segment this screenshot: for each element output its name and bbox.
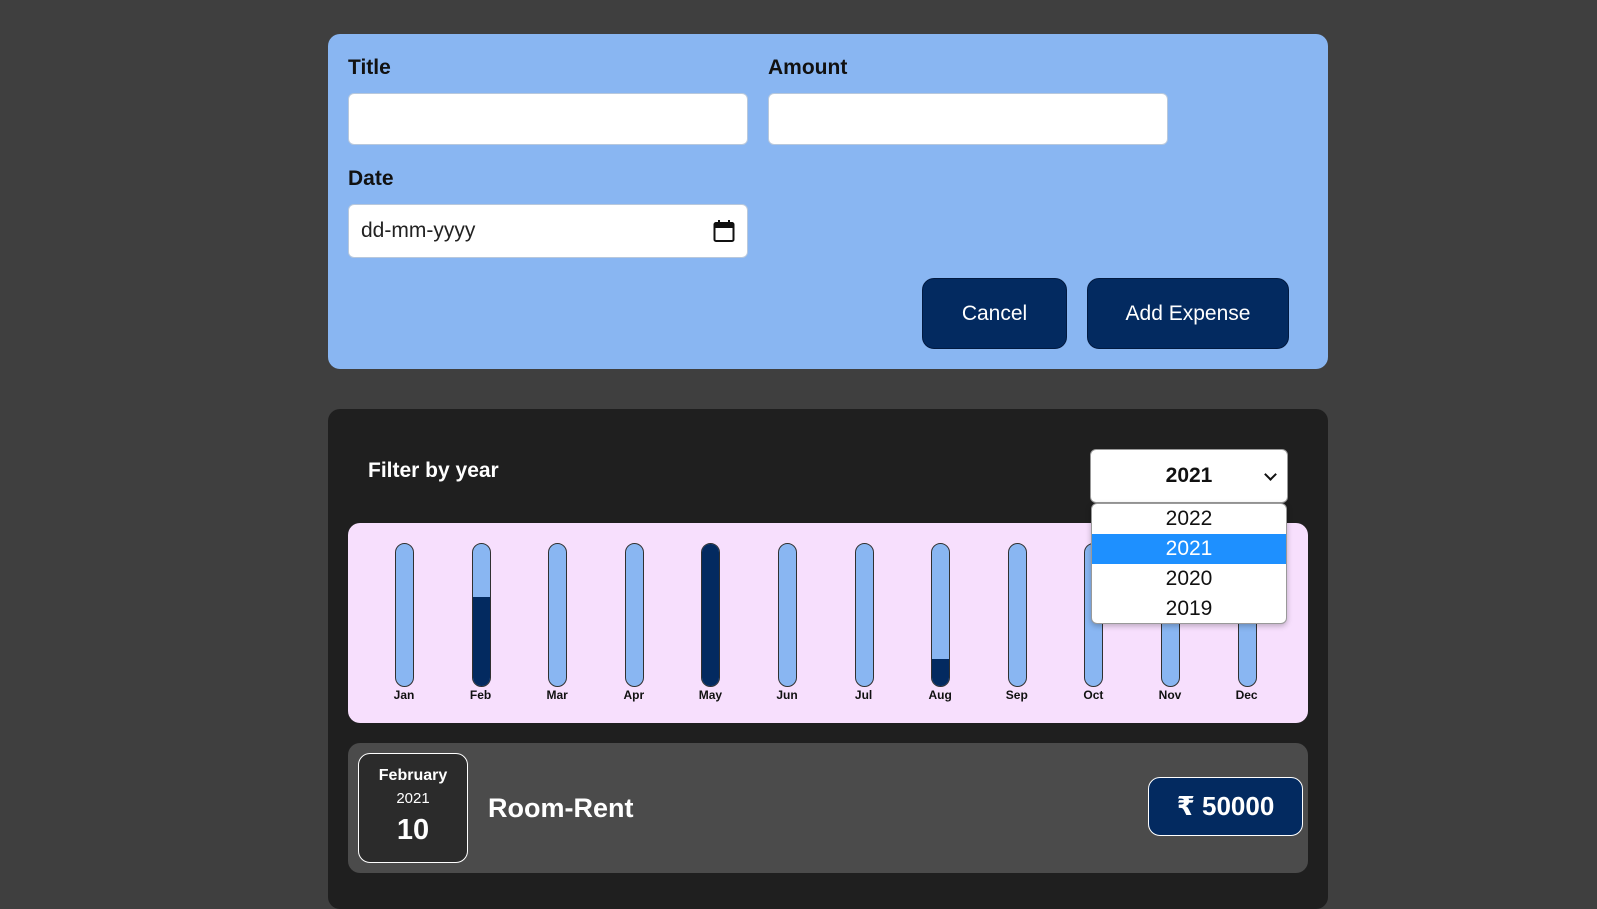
add-expense-button[interactable]: Add Expense xyxy=(1087,278,1289,349)
chart-bar-track xyxy=(1007,543,1027,687)
chart-bar-label: Apr xyxy=(623,688,645,702)
year-option-2019[interactable]: 2019 xyxy=(1092,594,1286,623)
chart-bar-jan: Jan xyxy=(384,543,424,718)
title-label: Title xyxy=(348,56,391,79)
chart-bar-label: Oct xyxy=(1083,688,1104,702)
amount-input[interactable] xyxy=(768,93,1168,145)
chart-bar-track xyxy=(548,543,568,687)
title-input[interactable] xyxy=(348,93,748,145)
chart-bar-feb: Feb xyxy=(461,543,501,718)
chart-bar-label: Sep xyxy=(1005,688,1028,702)
chart-bar-label: Mar xyxy=(546,688,568,702)
chart-bar-track xyxy=(471,543,491,687)
calendar-icon[interactable] xyxy=(713,219,735,243)
date-placeholder: dd-mm-yyyy xyxy=(361,219,476,242)
chart-bar-sep: Sep xyxy=(997,543,1037,718)
chart-bar-label: Jun xyxy=(776,688,798,702)
chart-bar-may: May xyxy=(690,543,730,718)
chart-bar-label: Feb xyxy=(469,688,492,702)
expense-date: February 2021 10 xyxy=(358,753,468,863)
expense-item: February 2021 10 Room-Rent ₹ 50000 xyxy=(348,743,1308,873)
chart-bar-track xyxy=(395,543,414,687)
chart-bar-label: May xyxy=(698,688,723,702)
expense-price: ₹ 50000 xyxy=(1148,777,1303,836)
chart-bar-track xyxy=(778,543,797,687)
amount-label: Amount xyxy=(768,56,848,79)
chart-bar-apr: Apr xyxy=(614,543,654,718)
cancel-button[interactable]: Cancel xyxy=(922,278,1067,349)
chart-bar-label: Dec xyxy=(1235,688,1258,702)
date-input[interactable]: dd-mm-yyyy xyxy=(348,204,748,258)
chart-bar-fill xyxy=(702,544,720,686)
year-option-2022[interactable]: 2022 xyxy=(1092,504,1286,534)
chart-bar-fill xyxy=(932,659,950,686)
chart-bar-label: Nov xyxy=(1158,688,1182,702)
chart-bar-track xyxy=(931,543,951,687)
year-select-value: 2021 xyxy=(1165,464,1213,487)
chart-bar-track xyxy=(624,543,644,687)
chart-bar-label: Jul xyxy=(854,688,873,702)
expense-date-day: 10 xyxy=(396,814,430,846)
chart-bar-track xyxy=(854,543,874,687)
expense-date-year: 2021 xyxy=(396,790,430,807)
chevron-down-icon xyxy=(1264,468,1277,481)
year-select[interactable]: 2021 xyxy=(1090,449,1288,503)
expenses-panel: Filter by year 2021 Jan Feb Mar Apr May Jun Ju… xyxy=(328,409,1328,909)
chart-bar-label: Jan xyxy=(393,688,415,702)
chart-bar-fill xyxy=(472,597,490,686)
chart-bar-jul: Jul xyxy=(844,543,884,718)
expense-date-month: February xyxy=(378,767,448,784)
year-dropdown-list: 2022 2021 2020 2019 xyxy=(1091,503,1287,624)
chart-bar-jun: Jun xyxy=(767,543,807,718)
date-label: Date xyxy=(348,167,394,190)
chart-bar-aug: Aug xyxy=(920,543,960,718)
year-option-2021[interactable]: 2021 xyxy=(1092,534,1286,564)
expense-title: Room-Rent xyxy=(488,793,634,823)
chart-bar-mar: Mar xyxy=(537,543,577,718)
new-expense-form: Title Amount Date dd-mm-yyyy Cancel Add … xyxy=(328,34,1328,369)
chart-bar-track xyxy=(701,543,721,687)
year-option-2020[interactable]: 2020 xyxy=(1092,564,1286,594)
chart-bar-label: Aug xyxy=(928,688,952,702)
filter-label: Filter by year xyxy=(368,459,499,482)
